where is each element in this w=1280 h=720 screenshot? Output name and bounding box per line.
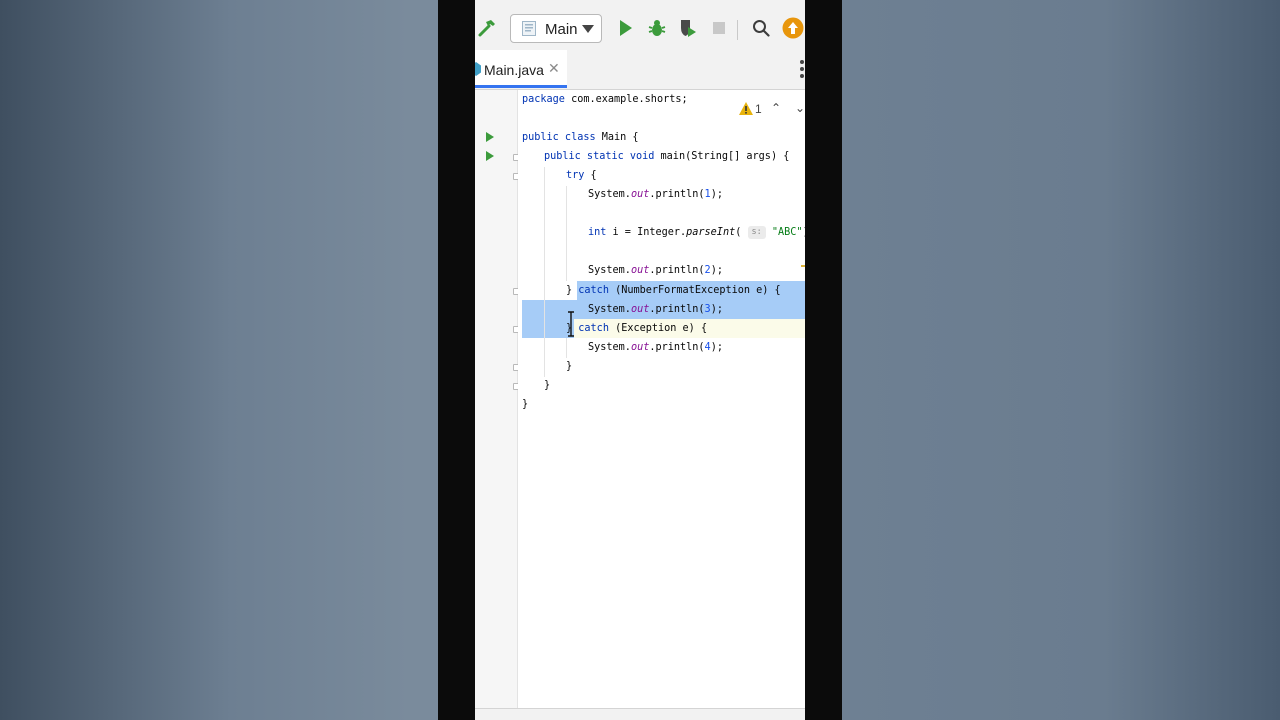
indent-guide — [566, 186, 567, 281]
code-line: System.out.println(4); — [588, 342, 723, 353]
chevron-down-icon[interactable]: ⌄ — [795, 101, 805, 115]
code-line: } — [522, 399, 529, 410]
close-icon[interactable]: ✕ — [548, 61, 560, 77]
warning-count: 1 — [755, 102, 762, 116]
background-right — [842, 0, 1280, 720]
tab-label: Main.java — [484, 62, 544, 78]
indent-guide — [566, 338, 567, 358]
editor-tab-bar: Main.java ✕ — [475, 50, 805, 90]
code-line: System.out.println(3); — [588, 304, 723, 315]
code-line: } catch (NumberFormatException e) { — [566, 285, 781, 296]
code-line: public static void main(String[] args) { — [544, 151, 790, 162]
code-line: System.out.println(2); — [588, 265, 723, 276]
update-arrow-icon[interactable] — [782, 17, 804, 39]
hammer-icon[interactable] — [477, 18, 497, 38]
run-config-label: Main — [545, 21, 578, 38]
chevron-down-icon — [582, 25, 594, 33]
stop-icon[interactable] — [709, 18, 729, 38]
tab-main-java[interactable]: Main.java ✕ — [475, 50, 567, 88]
ide-window: Main Main.java ✕ 1 ⌃ ⌄ package com.examp… — [475, 0, 805, 720]
run-class-gutter-icon[interactable] — [486, 132, 494, 142]
code-line: System.out.println(1); — [588, 189, 723, 200]
run-configuration-dropdown[interactable]: Main — [510, 14, 602, 43]
shield-run-icon[interactable] — [678, 18, 698, 38]
parameter-hint: s: — [747, 226, 766, 239]
play-icon[interactable] — [616, 18, 636, 38]
code-line: try { — [566, 170, 597, 181]
search-icon[interactable] — [751, 18, 771, 38]
bug-icon[interactable] — [647, 18, 667, 38]
code-line: } — [544, 380, 551, 391]
indent-guide — [544, 167, 545, 377]
run-method-gutter-icon[interactable] — [486, 151, 494, 161]
java-class-icon — [475, 62, 481, 76]
letterbox-left — [438, 0, 475, 720]
configuration-icon — [522, 21, 536, 36]
editor-gutter — [475, 90, 518, 720]
code-line: int i = Integer.parseInt( s: "ABC"); — [588, 226, 805, 239]
code-line: } — [566, 361, 573, 372]
letterbox-right — [805, 0, 842, 720]
error-stripe-mark[interactable] — [801, 265, 805, 267]
more-vertical-icon[interactable] — [800, 60, 804, 80]
code-line: package com.example.shorts; — [522, 94, 688, 105]
text-cursor-icon — [568, 311, 574, 337]
code-line: } catch (Exception e) { — [566, 323, 708, 334]
toolbar-separator — [737, 20, 738, 40]
bottom-tool-window-bar — [475, 708, 805, 720]
chevron-up-icon[interactable]: ⌃ — [771, 101, 781, 115]
code-line: public class Main { — [522, 132, 639, 143]
main-toolbar: Main — [475, 0, 805, 51]
